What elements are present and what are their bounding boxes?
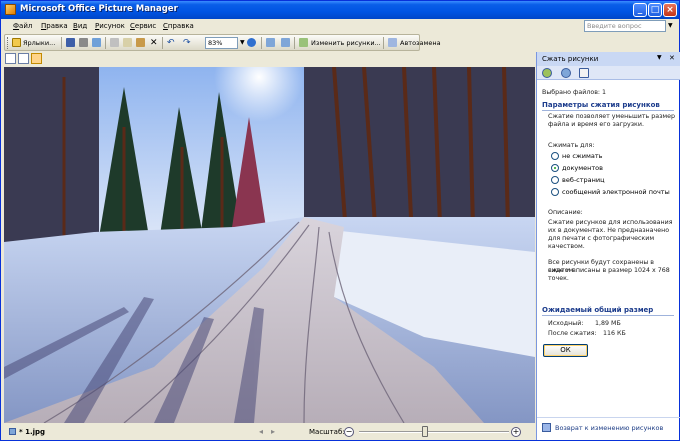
copy-icon[interactable] bbox=[123, 38, 132, 47]
help-icon[interactable] bbox=[247, 38, 256, 47]
undo-icon[interactable]: ↶ bbox=[167, 37, 175, 49]
zoom-slider-thumb[interactable] bbox=[422, 426, 428, 437]
autocorrect-button[interactable]: Автозамена bbox=[400, 37, 441, 49]
previous-icon[interactable]: ◂ bbox=[259, 427, 263, 436]
picture-preview[interactable] bbox=[4, 67, 535, 423]
pane-footer: Возврат к изменению рисунков bbox=[537, 417, 680, 440]
radio-web-pages[interactable] bbox=[551, 176, 559, 184]
forward-icon[interactable] bbox=[561, 68, 571, 78]
original-size-value: 1,89 МБ bbox=[595, 320, 621, 327]
toolbar-separator bbox=[105, 37, 106, 49]
description-line2: их в документах. Не предназначено bbox=[548, 227, 670, 234]
next-icon[interactable]: ▸ bbox=[271, 427, 275, 436]
single-picture-view-icon[interactable] bbox=[31, 53, 42, 64]
view-switcher bbox=[1, 52, 535, 66]
section-expected-size: Ожидаемый общий размер bbox=[542, 306, 674, 316]
toolbar-separator bbox=[383, 37, 384, 49]
filmstrip-view-icon[interactable] bbox=[18, 53, 29, 64]
toolbar-separator bbox=[61, 37, 62, 49]
toolbar-grip[interactable] bbox=[7, 37, 9, 49]
compress-for-label: Сжимать для: bbox=[548, 142, 595, 149]
menu-help[interactable]: Справка bbox=[163, 22, 194, 30]
zoom-slider[interactable] bbox=[359, 431, 509, 433]
description-line1: Сжатие рисунков для использования bbox=[548, 219, 673, 226]
zoom-in-icon[interactable]: + bbox=[511, 427, 521, 437]
radio-email-label: сообщений электронной почты bbox=[562, 188, 670, 196]
description-title: Описание: bbox=[548, 209, 583, 216]
window-title: Microsoft Office Picture Manager bbox=[20, 4, 178, 14]
radio-no-compress-label: не сжимать bbox=[562, 152, 603, 160]
compression-intro-line2: файла и время его загрузки. bbox=[548, 121, 644, 128]
minimize-button[interactable]: _ bbox=[633, 3, 647, 17]
description-line4: качеством. bbox=[548, 243, 585, 250]
radio-web-pages-label: веб-страниц bbox=[562, 176, 605, 184]
cut-icon[interactable] bbox=[110, 38, 119, 47]
app-window: Microsoft Office Picture Manager _ □ × Ф… bbox=[0, 0, 680, 441]
menu-file[interactable]: Файл bbox=[13, 22, 32, 30]
winter-forest-photo bbox=[4, 67, 535, 423]
edit-pictures-icon bbox=[299, 38, 308, 47]
toolbar-separator bbox=[294, 37, 295, 49]
shortcuts-icon bbox=[12, 38, 21, 47]
description2-line3: точек. bbox=[548, 275, 569, 282]
menu-bar: Файл Правка Вид Рисунок Сервис Справка bbox=[1, 19, 679, 34]
zoom-combo[interactable]: 83% bbox=[205, 37, 238, 49]
shortcuts-button[interactable]: Ярлыки... bbox=[23, 37, 55, 49]
compress-pictures-pane: Сжать рисунки ▼ ✕ Выбрано файлов: 1 Пара… bbox=[536, 52, 680, 440]
toolbar-separator bbox=[162, 37, 163, 49]
print-icon[interactable] bbox=[79, 38, 88, 47]
save-icon[interactable] bbox=[66, 38, 75, 47]
selected-files-count: Выбрано файлов: 1 bbox=[542, 89, 607, 96]
radio-email[interactable] bbox=[551, 188, 559, 196]
back-to-edit-link[interactable]: Возврат к изменению рисунков bbox=[555, 424, 663, 432]
edit-pictures-button[interactable]: Изменить рисунки... bbox=[311, 37, 381, 49]
close-button[interactable]: × bbox=[663, 3, 677, 17]
file-icon bbox=[9, 428, 16, 435]
thumbnail-view-icon[interactable] bbox=[5, 53, 16, 64]
current-file-name: * 1.jpg bbox=[19, 428, 46, 436]
zoom-out-icon[interactable]: − bbox=[344, 427, 354, 437]
chevron-down-icon[interactable]: ▼ bbox=[668, 22, 673, 29]
ok-button[interactable]: ОК bbox=[543, 344, 588, 357]
home-icon[interactable] bbox=[579, 68, 589, 78]
pane-navigation bbox=[537, 66, 680, 80]
radio-no-compress[interactable] bbox=[551, 152, 559, 160]
compressed-size-value: 116 КБ bbox=[603, 330, 626, 337]
help-search-input[interactable]: Введите вопрос bbox=[584, 20, 666, 32]
radio-documents[interactable] bbox=[551, 164, 559, 172]
paste-icon[interactable] bbox=[136, 38, 145, 47]
pane-close-icon[interactable]: ✕ bbox=[669, 54, 675, 62]
radio-documents-label: документов bbox=[562, 164, 603, 172]
edit-pictures-icon bbox=[542, 423, 551, 432]
description-line3: для печати с фотографическим bbox=[548, 235, 655, 242]
pane-title: Сжать рисунки bbox=[542, 55, 599, 63]
zoom-dropdown-icon[interactable]: ▼ bbox=[240, 37, 245, 49]
toolbar-separator bbox=[261, 37, 262, 49]
pane-header: Сжать рисунки ▼ ✕ bbox=[537, 52, 680, 66]
autocorrect-icon bbox=[388, 38, 397, 47]
maximize-button[interactable]: □ bbox=[648, 3, 662, 17]
description2-line2: виде и вписаны в размер 1024 x 768 bbox=[548, 267, 670, 274]
standard-toolbar: Ярлыки... ✕ ↶ ↷ 83% ▼ Изменить рисунки..… bbox=[4, 34, 441, 51]
title-bar: Microsoft Office Picture Manager _ □ × bbox=[1, 1, 679, 19]
pane-menu-icon[interactable]: ▼ bbox=[657, 54, 662, 61]
back-icon[interactable] bbox=[542, 68, 552, 78]
zoom-label: Масштаб: bbox=[309, 428, 345, 436]
status-bar: * 1.jpg ◂ ▸ Масштаб: − + bbox=[1, 424, 535, 440]
rotate-left-icon[interactable] bbox=[266, 38, 275, 47]
compression-intro-line1: Сжатие позволяет уменьшить размер bbox=[548, 113, 676, 120]
email-icon[interactable] bbox=[92, 38, 101, 47]
menu-view[interactable]: Вид bbox=[73, 22, 87, 30]
section-compression-settings: Параметры сжатия рисунков bbox=[542, 101, 674, 111]
menu-edit[interactable]: Правка bbox=[41, 22, 68, 30]
picture-manager-icon bbox=[5, 4, 16, 15]
menu-tools[interactable]: Сервис bbox=[130, 22, 156, 30]
menu-picture[interactable]: Рисунок bbox=[95, 22, 125, 30]
redo-icon[interactable]: ↷ bbox=[183, 37, 191, 49]
delete-icon[interactable]: ✕ bbox=[150, 37, 158, 49]
rotate-right-icon[interactable] bbox=[281, 38, 290, 47]
